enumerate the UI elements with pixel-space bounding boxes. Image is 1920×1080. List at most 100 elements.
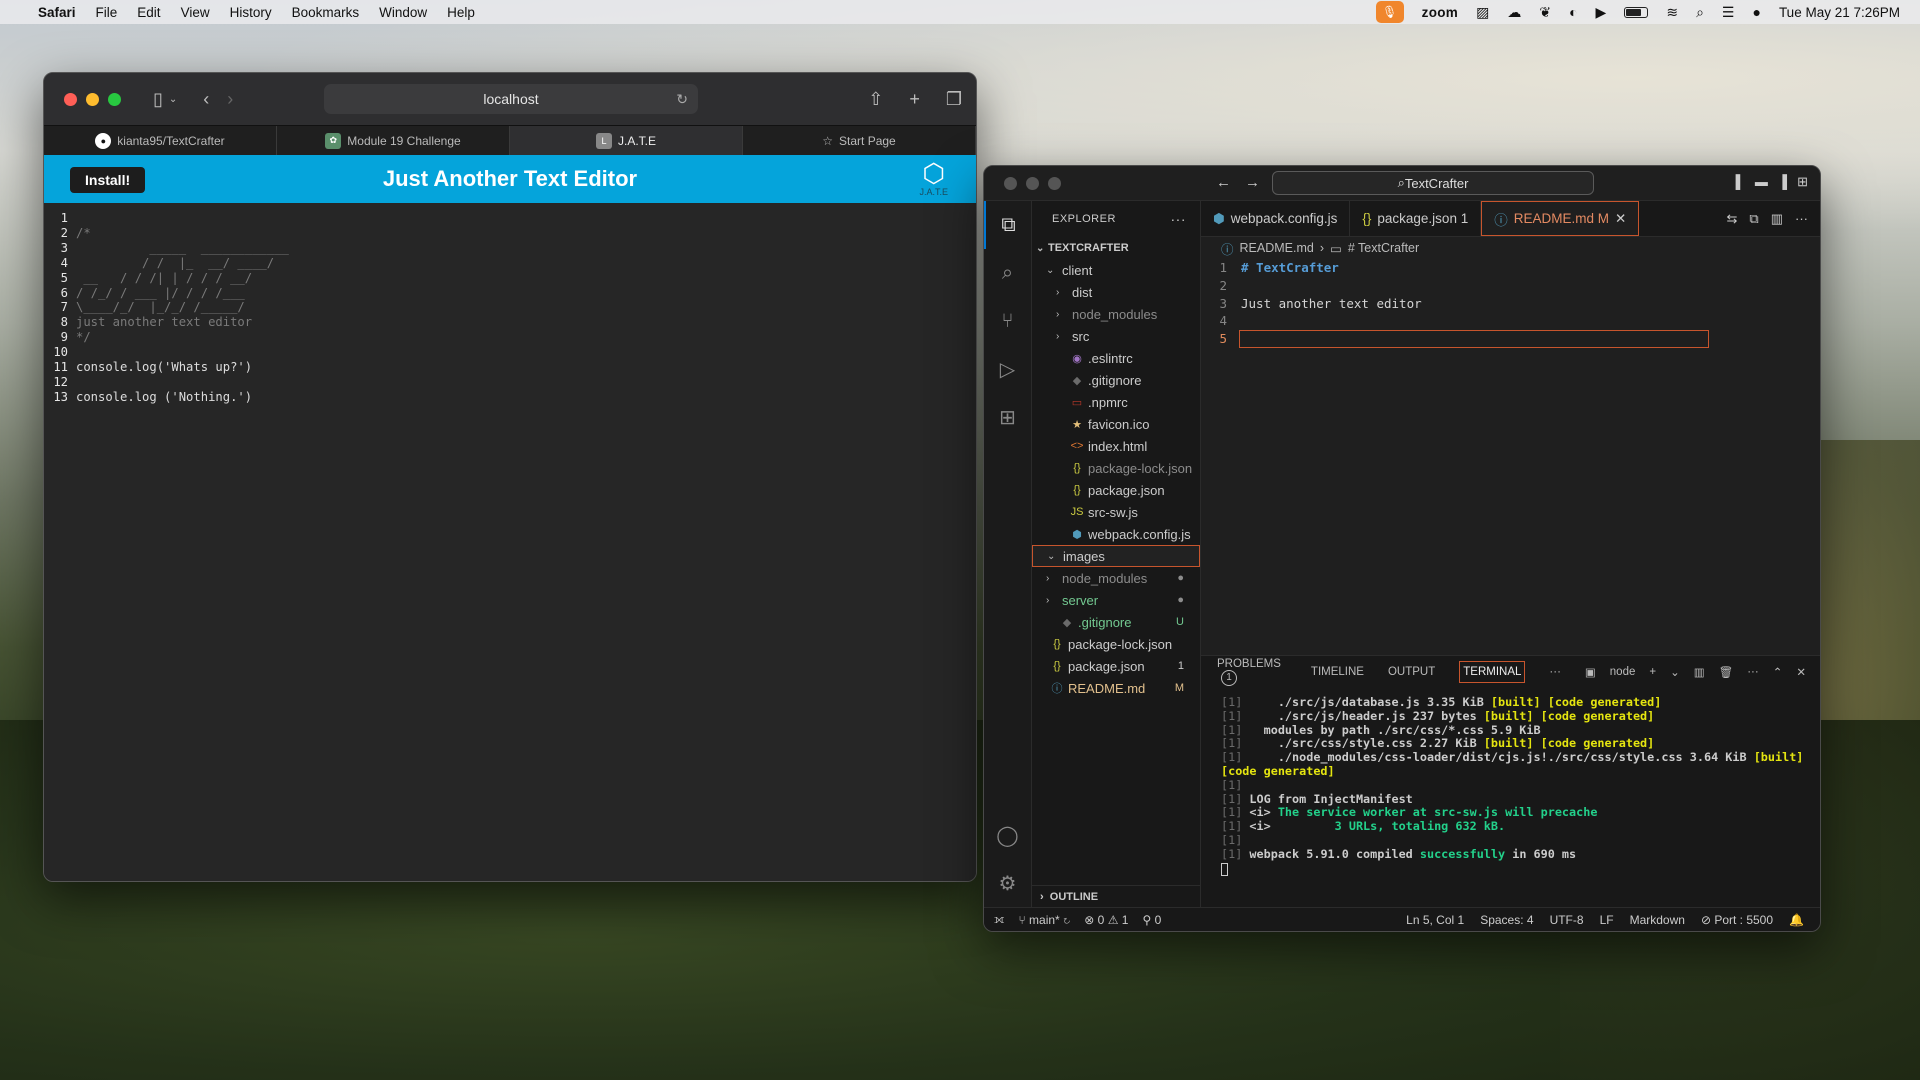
explorer-icon[interactable]: ⧉ (984, 201, 1031, 249)
control-center-icon[interactable]: ☰ (1722, 4, 1735, 21)
close-tab-icon[interactable]: ✕ (1615, 211, 1626, 227)
tab-problems[interactable]: PROBLEMS 1 (1217, 658, 1287, 686)
forward-icon[interactable]: › (227, 89, 233, 110)
tab-terminal[interactable]: TERMINAL (1459, 661, 1526, 683)
problems-indicator[interactable]: ⊗ 0 ⚠ 1 (1084, 913, 1128, 927)
file-item[interactable]: {} package-lock.json (1032, 457, 1200, 479)
file-item[interactable]: <> index.html (1032, 435, 1200, 457)
file-item[interactable]: ⓘ README.md M (1032, 677, 1200, 699)
moon-icon[interactable]: ◐ (1569, 4, 1577, 20)
gear-icon[interactable]: ⚙ (984, 859, 1031, 907)
run-debug-icon[interactable]: ▷ (984, 345, 1031, 393)
siri-icon[interactable]: ● (1752, 4, 1760, 20)
open-preview-icon[interactable]: ⧉ (1749, 211, 1758, 227)
file-item[interactable]: {} package.json 1 (1032, 655, 1200, 677)
tab-overview-icon[interactable]: ❐ (946, 89, 962, 110)
zoom-window-button[interactable] (1048, 176, 1061, 190)
file-item[interactable]: {} package-lock.json (1032, 633, 1200, 655)
folder-item[interactable]: ⌄ client (1032, 259, 1200, 281)
forward-icon[interactable]: → (1245, 174, 1260, 191)
more-actions-icon[interactable]: ··· (1747, 666, 1759, 678)
close-window-button[interactable] (1004, 176, 1017, 190)
zoom-window-button[interactable] (108, 92, 121, 106)
toggle-panel-icon[interactable]: ▬ (1755, 174, 1768, 190)
tab-jate[interactable]: L J.A.T.E (510, 126, 743, 155)
breadcrumb-file[interactable]: README.md (1240, 241, 1314, 255)
file-item[interactable]: ▭ .npmrc (1032, 391, 1200, 413)
source-control-icon[interactable]: ⑂ (984, 297, 1031, 345)
screen-share-off-icon[interactable]: ▨ (1476, 4, 1489, 21)
new-tab-icon[interactable]: + (909, 89, 920, 110)
end-of-line[interactable]: LF (1600, 913, 1614, 927)
address-bar[interactable]: localhost ↻ (324, 84, 698, 114)
breadcrumb-section[interactable]: # TextCrafter (1348, 241, 1419, 255)
command-center-search[interactable]: ⌕ TextCrafter (1272, 171, 1594, 195)
file-item[interactable]: ★ favicon.ico (1032, 413, 1200, 435)
account-icon[interactable]: ◯ (984, 811, 1031, 859)
bell-icon[interactable]: 🔔 (1789, 913, 1804, 927)
toggle-sidebar-icon[interactable]: ▌ (1736, 174, 1745, 190)
chevron-down-icon[interactable]: ⌄ (1670, 665, 1680, 679)
text-editor[interactable]: 1 2/* 3 _____ ____________ 4 / / |_ __/ __… (44, 203, 976, 881)
extensions-icon[interactable]: ⊞ (984, 393, 1031, 441)
indentation[interactable]: Spaces: 4 (1480, 913, 1533, 927)
folder-item[interactable]: › src (1032, 325, 1200, 347)
ports-indicator[interactable]: ⚲ 0 (1142, 913, 1161, 927)
new-terminal-icon[interactable]: + (1649, 666, 1656, 678)
share-icon[interactable]: ⇧ (868, 89, 883, 110)
toggle-secondary-sidebar-icon[interactable]: ▐ (1778, 174, 1787, 190)
evernote-icon[interactable]: ❦ (1539, 4, 1551, 21)
menu-safari[interactable]: Safari (38, 5, 76, 20)
split-editor-icon[interactable]: ▥ (1771, 211, 1783, 227)
file-item[interactable]: JS src-sw.js (1032, 501, 1200, 523)
tab-module-19[interactable]: ✿ Module 19 Challenge (277, 126, 510, 155)
file-item[interactable]: ◉ .eslintrc (1032, 347, 1200, 369)
folder-item[interactable]: ⌄ images (1032, 545, 1200, 567)
zoom-menu[interactable]: zoom (1422, 5, 1458, 20)
file-item[interactable]: ⬢ webpack.config.js (1032, 523, 1200, 545)
encoding[interactable]: UTF-8 (1550, 913, 1584, 927)
maximize-panel-icon[interactable]: ⌃ (1773, 665, 1783, 679)
more-actions-icon[interactable]: ··· (1549, 666, 1561, 678)
tab-timeline[interactable]: TIMELINE (1311, 666, 1364, 678)
close-window-button[interactable] (64, 92, 77, 106)
outline-section[interactable]: › OUTLINE (1032, 885, 1200, 907)
reload-icon[interactable]: ↻ (676, 91, 688, 108)
chevron-down-icon[interactable]: ⌄ (169, 94, 177, 105)
minimize-window-button[interactable] (1026, 176, 1039, 190)
tab-output[interactable]: OUTPUT (1388, 666, 1435, 678)
file-item[interactable]: {} package.json (1032, 479, 1200, 501)
editor-tab[interactable]: {} package.json 1 (1350, 201, 1482, 236)
menu-edit[interactable]: Edit (137, 5, 160, 20)
workspace-root[interactable]: ⌄ TEXTCRAFTER (1032, 237, 1200, 259)
language-mode[interactable]: Markdown (1630, 913, 1685, 927)
folder-item[interactable]: › node_modules ● (1032, 567, 1200, 589)
folder-item[interactable]: › dist (1032, 281, 1200, 303)
minimize-window-button[interactable] (86, 92, 99, 106)
battery-icon[interactable] (1624, 6, 1649, 18)
branch-indicator[interactable]: ⑂ main* ↻ (1019, 913, 1071, 927)
wifi-icon[interactable]: ≋ (1666, 4, 1678, 21)
close-panel-icon[interactable]: ✕ (1796, 665, 1806, 679)
split-terminal-icon[interactable]: ▥ (1694, 665, 1705, 679)
folder-item[interactable]: › server ● (1032, 589, 1200, 611)
search-icon[interactable]: ⌕ (1696, 4, 1704, 21)
menu-file[interactable]: File (96, 5, 118, 20)
code-editor[interactable]: 1 # TextCrafter 2 3 Just another text editor… (1201, 259, 1820, 348)
menu-help[interactable]: Help (447, 5, 475, 20)
creative-cloud-icon[interactable]: ☁ (1507, 4, 1521, 21)
more-actions-icon[interactable]: ··· (1171, 211, 1187, 227)
menu-bookmarks[interactable]: Bookmarks (292, 5, 360, 20)
file-item[interactable]: ◆ .gitignore U (1032, 611, 1200, 633)
sidebar-toggle-icon[interactable]: ▯ (153, 89, 163, 110)
back-icon[interactable]: ← (1216, 174, 1231, 191)
editor-tab[interactable]: ⬢ webpack.config.js (1201, 201, 1351, 236)
terminal-shell-label[interactable]: node (1610, 666, 1636, 678)
terminal-output[interactable]: [1] ./src/js/database.js 3.35 KiB [built… (1201, 688, 1820, 884)
install-button[interactable]: Install! (70, 167, 146, 193)
more-actions-icon[interactable]: ··· (1795, 211, 1808, 226)
editor-tab[interactable]: ⓘ README.md M ✕ (1481, 201, 1640, 236)
search-icon[interactable]: ⌕ (984, 249, 1031, 297)
tab-start-page[interactable]: ☆ Start Page (743, 126, 976, 155)
trash-icon[interactable]: 🗑 (1719, 665, 1734, 679)
